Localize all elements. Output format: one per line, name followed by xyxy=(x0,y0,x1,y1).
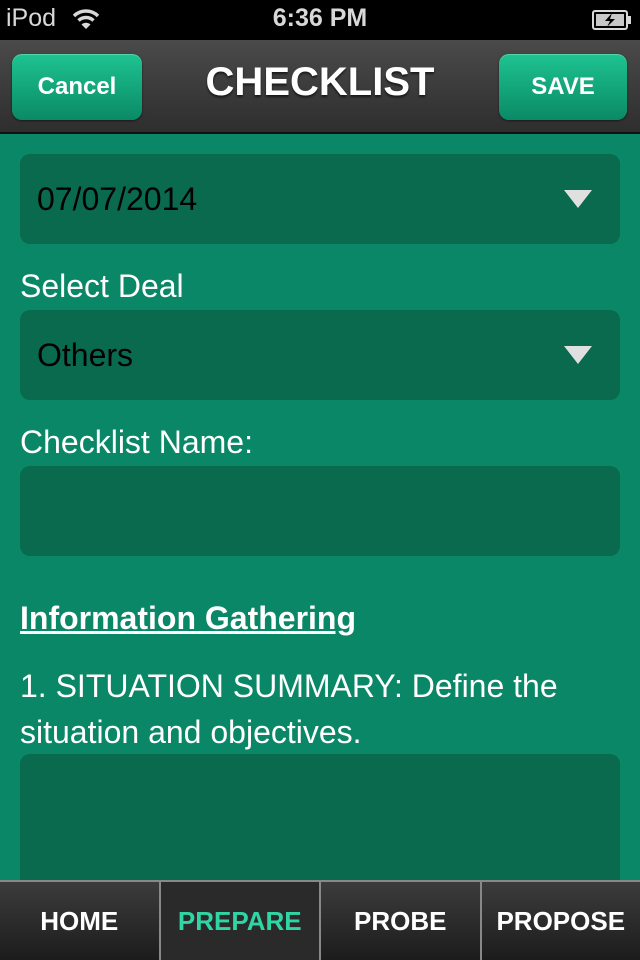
tab-propose[interactable]: PROPOSE xyxy=(481,882,640,960)
checklist-form: 07/07/2014 Select Deal Others Checklist … xyxy=(0,136,640,914)
checklist-name-label: Checklist Name: xyxy=(20,424,253,460)
dropdown-arrow-icon xyxy=(564,190,592,208)
status-bar: iPod 6:36 PM xyxy=(0,0,640,40)
section-title-information-gathering: Information Gathering xyxy=(20,600,356,636)
save-button[interactable]: SAVE xyxy=(499,54,627,120)
deal-dropdown[interactable]: Others xyxy=(20,310,620,400)
tab-probe[interactable]: PROBE xyxy=(321,882,480,960)
tab-bar: HOME PREPARE PROBE PROPOSE xyxy=(0,880,640,960)
date-dropdown[interactable]: 07/07/2014 xyxy=(20,154,620,244)
question-1-label: 1. SITUATION SUMMARY: Define the situati… xyxy=(20,668,558,750)
tab-home[interactable]: HOME xyxy=(0,882,159,960)
navigation-bar: Cancel CHECKLIST SAVE xyxy=(0,40,640,134)
battery-charging-icon xyxy=(592,10,632,35)
tab-prepare[interactable]: PREPARE xyxy=(160,882,319,960)
status-time: 6:36 PM xyxy=(272,4,368,32)
date-value: 07/07/2014 xyxy=(37,180,198,217)
checklist-name-input[interactable] xyxy=(20,466,620,556)
dropdown-arrow-icon xyxy=(564,346,592,364)
deal-value: Others xyxy=(37,336,134,373)
select-deal-label: Select Deal xyxy=(20,268,184,304)
